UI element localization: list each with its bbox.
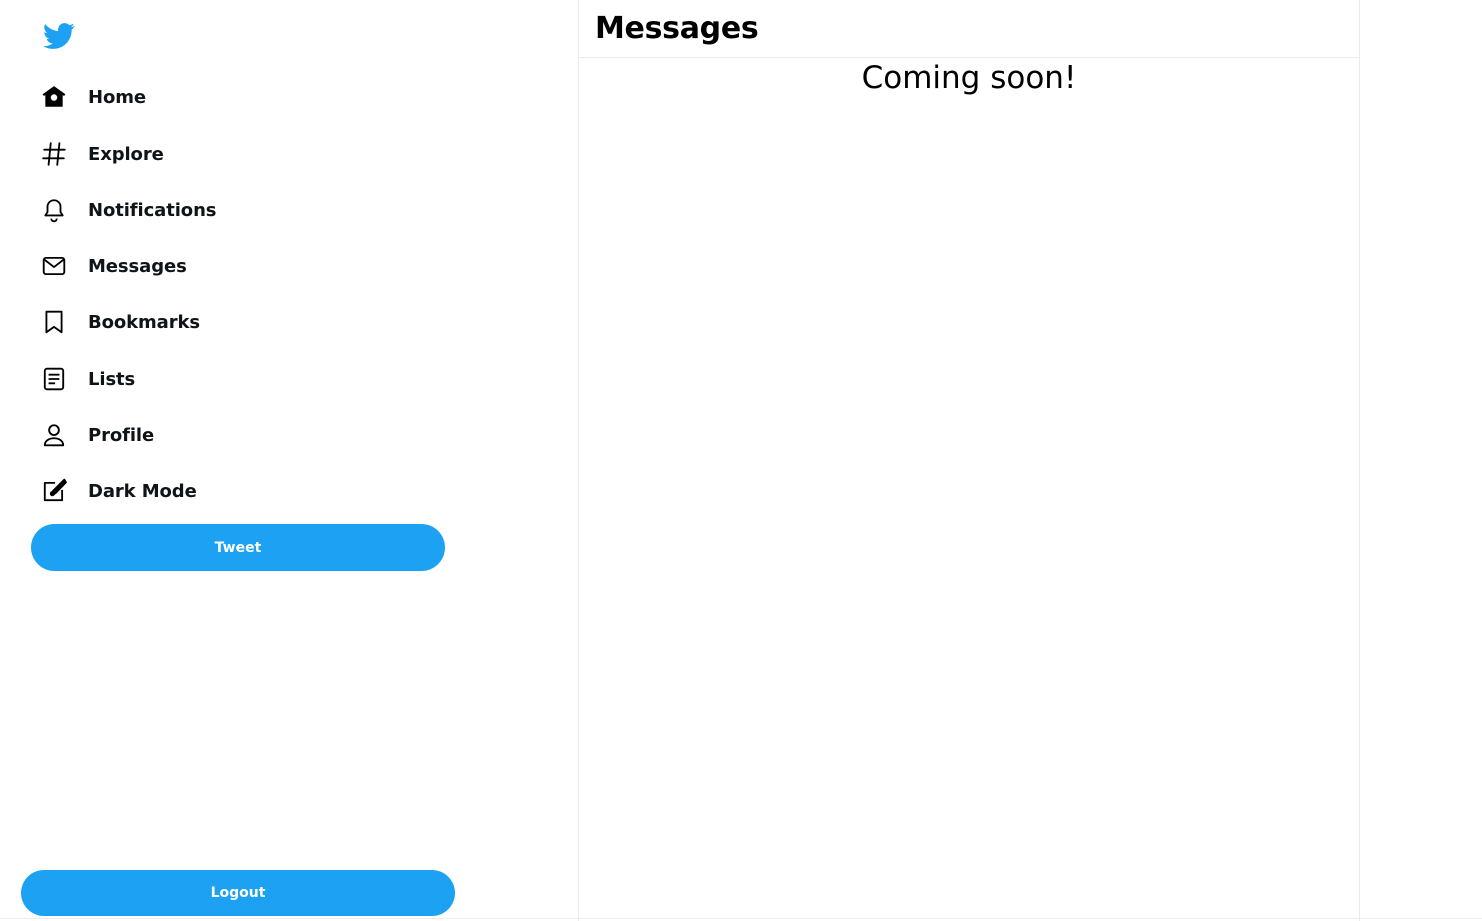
- sidebar-item-label: Dark Mode: [88, 480, 197, 502]
- sidebar-item-explore[interactable]: Explore: [40, 134, 164, 174]
- bottom-divider: [0, 918, 1482, 919]
- hashtag-icon: [40, 140, 68, 168]
- home-icon: [40, 83, 68, 111]
- sidebar-item-label: Bookmarks: [88, 311, 200, 333]
- main-header: Messages: [579, 0, 1359, 58]
- sidebar-item-label: Notifications: [88, 199, 217, 221]
- sidebar-item-lists[interactable]: Lists: [40, 359, 135, 399]
- sidebar-item-label: Home: [88, 86, 146, 108]
- edit-icon: [40, 477, 68, 505]
- sidebar-item-label: Messages: [88, 255, 187, 277]
- sidebar-item-label: Explore: [88, 143, 164, 165]
- coming-soon-text: Coming soon!: [861, 60, 1077, 96]
- main-column: Messages Coming soon!: [578, 0, 1360, 921]
- logout-button[interactable]: Logout: [21, 870, 455, 916]
- list-icon: [40, 365, 68, 393]
- person-icon: [40, 421, 68, 449]
- sidebar-item-dark-mode[interactable]: Dark Mode: [40, 471, 197, 511]
- sidebar: Home Explore Notifications Messages Book: [0, 0, 578, 921]
- twitter-bird-icon[interactable]: [42, 20, 76, 52]
- sidebar-item-notifications[interactable]: Notifications: [40, 190, 217, 230]
- app-root: Home Explore Notifications Messages Book: [0, 0, 1482, 921]
- sidebar-item-profile[interactable]: Profile: [40, 415, 154, 455]
- sidebar-item-label: Lists: [88, 368, 136, 390]
- sidebar-item-home[interactable]: Home: [40, 77, 146, 117]
- page-title: Messages: [595, 11, 759, 46]
- tweet-button[interactable]: Tweet: [31, 524, 445, 571]
- bell-icon: [40, 196, 68, 224]
- sidebar-item-messages[interactable]: Messages: [40, 246, 187, 286]
- bookmark-icon: [40, 308, 68, 336]
- sidebar-item-bookmarks[interactable]: Bookmarks: [40, 302, 200, 342]
- envelope-icon: [40, 252, 68, 280]
- sidebar-item-label: Profile: [88, 424, 155, 446]
